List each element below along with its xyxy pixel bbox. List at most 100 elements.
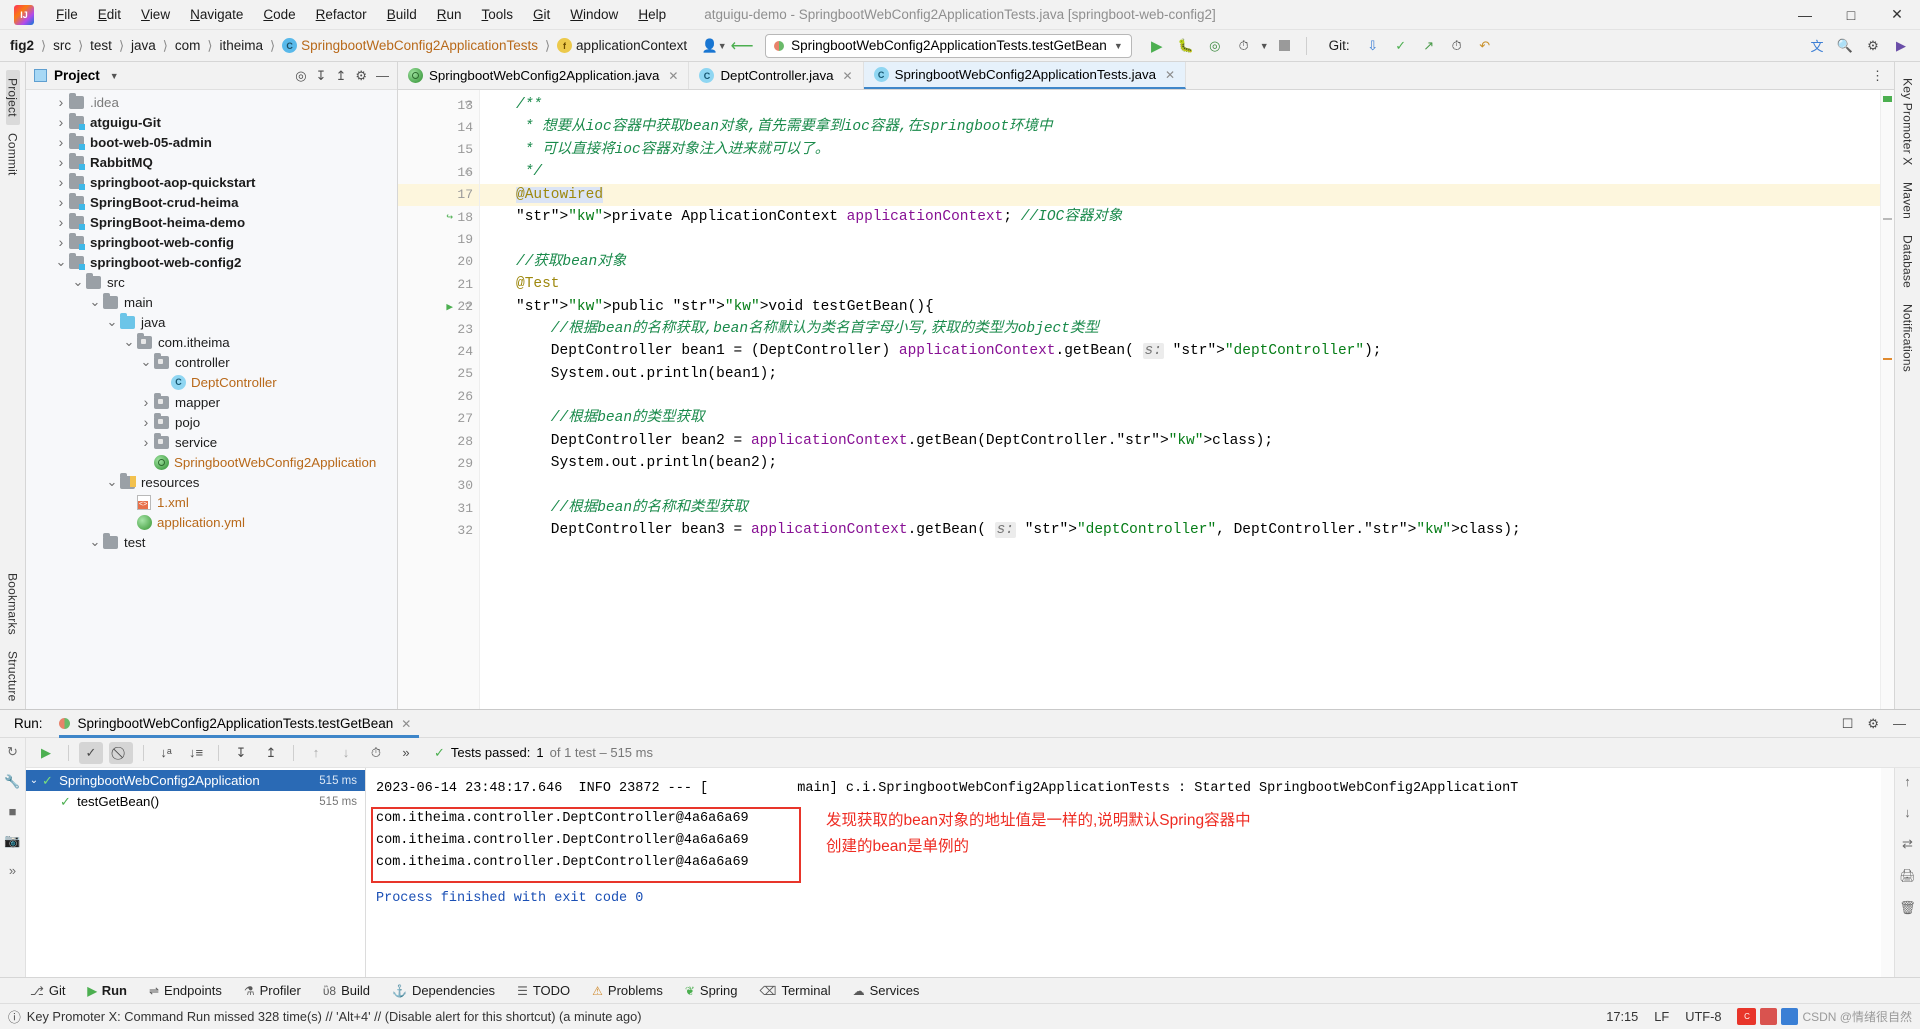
breadcrumb-item-6[interactable]: C SpringbootWebConfig2ApplicationTests — [278, 36, 542, 55]
breadcrumb-item-1[interactable]: src — [49, 36, 75, 55]
chevron-down-icon[interactable]: ⌄ — [53, 255, 69, 268]
bean-icon[interactable]: ↪ — [446, 210, 453, 224]
gutter-line[interactable]: 29 — [398, 452, 479, 474]
menu-navigate[interactable]: Navigate — [180, 4, 253, 25]
gutter-line[interactable]: 20 — [398, 251, 479, 273]
git-commit-icon[interactable]: ✓ — [1388, 34, 1414, 58]
status-line-separator[interactable]: LF — [1654, 1009, 1669, 1024]
chevron-right-icon[interactable]: › — [53, 114, 69, 130]
code-line[interactable]: * 想要从ioc容器中获取bean对象,首先需要拿到ioc容器,在springb… — [480, 116, 1894, 138]
bottom-tool-todo[interactable]: ☰ TODO — [517, 983, 570, 998]
info-icon[interactable]: ⓘ — [8, 1007, 21, 1026]
translate-icon[interactable]: 文 — [1804, 34, 1830, 58]
code-line[interactable]: @Autowired — [480, 183, 1894, 206]
soft-wrap-icon[interactable]: ⇄ — [1902, 836, 1913, 852]
chevron-down-icon[interactable]: ⌄ — [87, 535, 103, 548]
project-tree[interactable]: › .idea › atguigu-Git › boot-web-05-admin › Rab… — [26, 90, 397, 709]
code-line[interactable]: //根据bean的类型获取 — [480, 407, 1894, 429]
project-tree-item[interactable]: ⌄ java — [26, 312, 397, 332]
editor-scroll-markers[interactable] — [1880, 90, 1894, 709]
search-icon[interactable]: 🔍 — [1832, 34, 1858, 58]
project-tree-item[interactable]: SpringbootWebConfig2Application — [26, 452, 397, 472]
bottom-tool-git[interactable]: ⎇ Git — [30, 983, 65, 998]
project-tree-item[interactable]: application.yml — [26, 512, 397, 532]
menu-help[interactable]: Help — [628, 4, 676, 25]
rail-item-structure[interactable]: Structure — [6, 643, 20, 710]
test-results-tree[interactable]: ⌄ ✓ SpringbootWebConfig2Application 515 … — [26, 768, 366, 977]
project-tree-item[interactable]: ⌄ controller — [26, 352, 397, 372]
expand-all-icon[interactable]: ↧ — [229, 742, 253, 764]
editor-tabs[interactable]: SpringbootWebConfig2Application.java ✕ C De… — [398, 62, 1894, 90]
gutter-line[interactable]: 18 ↪ — [398, 206, 479, 228]
debug-icon[interactable]: 🐛 — [1173, 34, 1199, 58]
close-icon[interactable]: ✕ — [401, 717, 411, 731]
fold-marker-icon[interactable]: ▽ — [465, 99, 471, 111]
test-history-icon[interactable]: ⏱ — [364, 742, 388, 764]
project-tree-item[interactable]: ⌄ main — [26, 292, 397, 312]
chevron-down-icon[interactable]: ▼ — [110, 71, 119, 81]
settings-icon[interactable]: ⚙ — [355, 68, 367, 84]
code-line[interactable] — [480, 475, 1894, 497]
run-configuration-selector[interactable]: SpringbootWebConfig2ApplicationTests.tes… — [765, 33, 1132, 58]
run-session-tab[interactable]: SpringbootWebConfig2ApplicationTests.tes… — [58, 710, 420, 738]
gear-icon[interactable]: ⚙ — [1867, 716, 1879, 732]
bottom-tool-build[interactable]: ὒ8 Build — [323, 983, 370, 998]
collapse-all-icon[interactable]: ↥ — [335, 68, 346, 84]
project-tree-item[interactable]: › SpringBoot-heima-demo — [26, 212, 397, 232]
maximize-button[interactable]: □ — [1828, 0, 1874, 30]
wrench-icon[interactable]: 🔧 — [4, 774, 20, 790]
breadcrumb-item-3[interactable]: java — [127, 36, 160, 55]
code-line[interactable]: System.out.println(bean1); — [480, 363, 1894, 385]
more-icon[interactable]: » — [394, 742, 418, 764]
menu-build[interactable]: Build — [377, 4, 427, 25]
camera-icon[interactable]: 📷 — [4, 833, 20, 849]
locate-file-icon[interactable]: ◎ — [295, 68, 306, 84]
menu-refactor[interactable]: Refactor — [306, 4, 377, 25]
show-passed-icon[interactable]: ✓ — [79, 741, 103, 764]
gutter-line[interactable]: 25 — [398, 363, 479, 385]
next-failed-icon[interactable]: ↓ — [334, 742, 358, 764]
chevron-right-icon[interactable]: › — [53, 94, 69, 110]
layout-icon[interactable]: ■ — [9, 804, 17, 819]
gutter-line[interactable]: 24 — [398, 340, 479, 362]
profiler-icon[interactable]: ⏱ — [1231, 34, 1257, 58]
expand-all-icon[interactable]: ↧ — [316, 68, 327, 84]
chevron-down-icon[interactable]: ⌄ — [121, 335, 137, 348]
gutter-line[interactable]: 19 — [398, 228, 479, 250]
chevron-right-icon[interactable]: › — [53, 174, 69, 190]
chevron-right-icon[interactable]: › — [138, 434, 154, 450]
code-line[interactable]: "str">"kw">private ApplicationContext ap… — [480, 206, 1894, 228]
main-menu[interactable]: File Edit View Navigate Code Refactor Bu… — [46, 4, 676, 25]
rail-item-maven[interactable]: Maven — [1901, 174, 1915, 227]
project-tree-item[interactable]: › RabbitMQ — [26, 152, 397, 172]
chevron-right-icon[interactable]: › — [138, 394, 154, 410]
sort-by-duration-icon[interactable]: ↓≡ — [184, 742, 208, 764]
project-tree-item[interactable]: › boot-web-05-admin — [26, 132, 397, 152]
bottom-tool-problems[interactable]: ⚠ Problems — [592, 983, 663, 998]
chevron-right-icon[interactable]: › — [53, 194, 69, 210]
breadcrumb-item-7[interactable]: f applicationContext — [553, 36, 691, 55]
gutter-line[interactable]: 23 — [398, 318, 479, 340]
chevron-down-icon[interactable]: ▼ — [1260, 41, 1269, 51]
status-encoding[interactable]: UTF-8 — [1685, 1009, 1721, 1024]
scroll-up-icon[interactable]: ↑ — [1904, 774, 1911, 789]
rail-item-project[interactable]: Project — [5, 70, 20, 125]
close-icon[interactable]: ✕ — [843, 69, 853, 83]
breadcrumb-item-0[interactable]: fig2 — [6, 36, 38, 55]
gutter-line[interactable]: 27 — [398, 407, 479, 429]
user-avatar-icon[interactable]: 👤 ▼ — [701, 34, 727, 58]
gutter-line[interactable]: 15 — [398, 139, 479, 161]
editor-tab[interactable]: C DeptController.java ✕ — [689, 62, 864, 89]
code-line[interactable]: /** — [480, 94, 1894, 116]
project-tree-item[interactable]: › springboot-web-config — [26, 232, 397, 252]
menu-git[interactable]: Git — [523, 4, 560, 25]
project-tree-item[interactable]: ⌄ src — [26, 272, 397, 292]
code-line[interactable]: "str">"kw">public "str">"kw">void testGe… — [480, 296, 1894, 318]
rail-item-bookmarks[interactable]: Bookmarks — [6, 565, 20, 643]
rail-item-database[interactable]: Database — [1901, 227, 1915, 296]
project-tree-item[interactable]: › service — [26, 432, 397, 452]
chevron-down-icon[interactable]: ⌄ — [138, 355, 154, 368]
breadcrumb-item-4[interactable]: com — [171, 36, 205, 55]
test-tree-row-method[interactable]: ✓ testGetBean() 515 ms — [26, 791, 365, 812]
minimize-view-icon[interactable]: ☐ — [1842, 716, 1854, 732]
